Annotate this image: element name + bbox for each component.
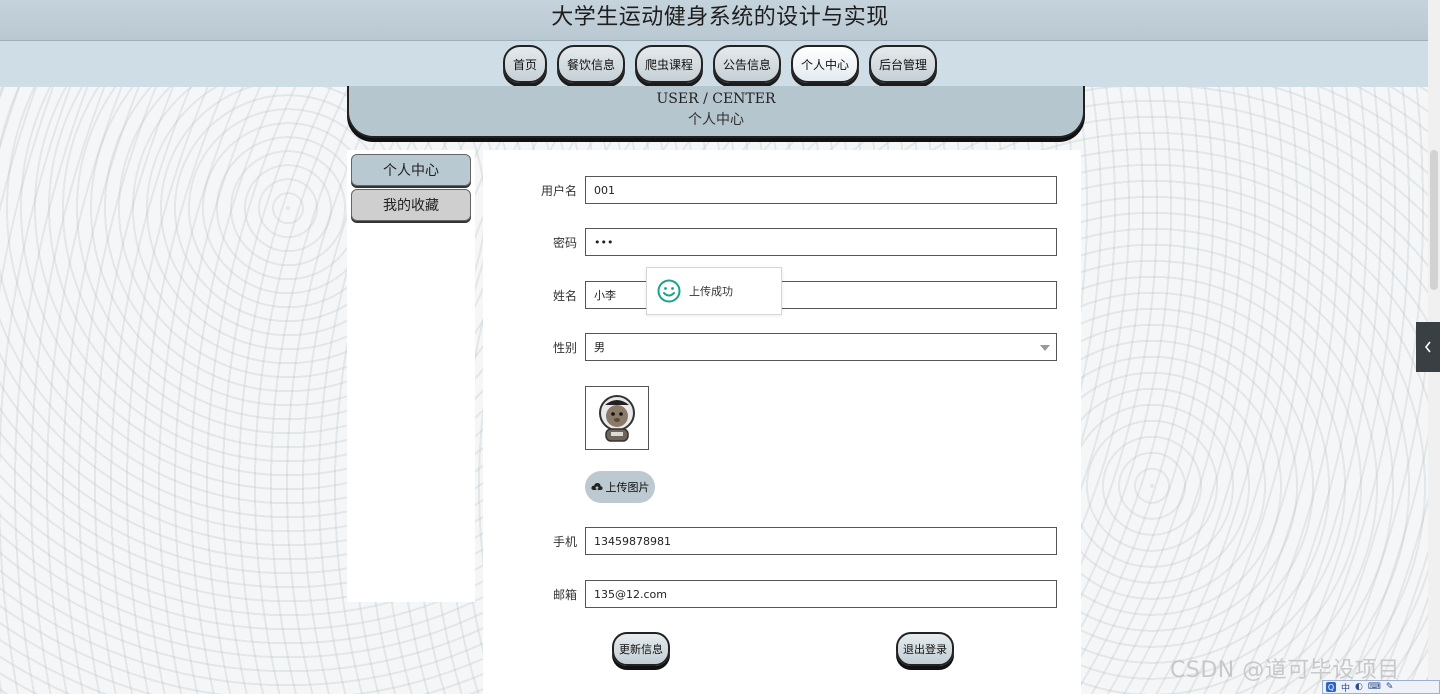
ime-moon-icon[interactable]: ◐ <box>1355 682 1363 692</box>
name-row: 姓名 小李 <box>483 281 1081 311</box>
sidebar-item-favorites[interactable]: 我的收藏 <box>351 189 471 221</box>
avatar <box>585 386 649 450</box>
email-row: 邮箱 135@12.com <box>483 580 1081 610</box>
ime-toolbar[interactable]: Q 中 ◐ ⌨ ✎ <box>1322 680 1440 694</box>
upload-image-label: 上传图片 <box>605 481 650 494</box>
section-banner: USER / CENTER 个人中心 <box>347 86 1085 138</box>
nav-user-center[interactable]: 个人中心 <box>791 45 860 83</box>
sidebar-item-user-center[interactable]: 个人中心 <box>351 154 471 186</box>
username-row: 用户名 001 <box>483 176 1081 206</box>
toast-message: 上传成功 <box>689 285 733 298</box>
nav-admin[interactable]: 后台管理 <box>869 45 938 83</box>
ime-wrench-icon[interactable]: ✎ <box>1386 682 1394 692</box>
password-label: 密码 <box>552 236 577 250</box>
chevron-down-icon <box>1040 345 1050 351</box>
name-label: 姓名 <box>552 289 577 303</box>
nav-crawler-courses[interactable]: 爬虫课程 <box>634 45 703 83</box>
side-panel-toggle[interactable] <box>1416 322 1440 372</box>
phone-label: 手机 <box>552 535 577 549</box>
gender-value: 男 <box>594 341 605 354</box>
logout-button[interactable]: 退出登录 <box>896 632 954 666</box>
email-label: 邮箱 <box>552 588 577 602</box>
sidebar: 个人中心 我的收藏 <box>347 150 475 602</box>
gender-label: 性别 <box>552 341 577 355</box>
upload-image-button[interactable]: 上传图片 <box>585 471 655 503</box>
gender-row: 性别 男 <box>483 333 1081 363</box>
avatar-image <box>591 391 643 445</box>
upload-success-toast: 上传成功 <box>646 267 782 315</box>
password-input[interactable]: ••• <box>585 228 1057 256</box>
phone-row: 手机 13459878981 <box>483 527 1081 557</box>
username-input[interactable]: 001 <box>585 176 1057 204</box>
nav-home[interactable]: 首页 <box>502 45 547 83</box>
phone-input[interactable]: 13459878981 <box>585 527 1057 555</box>
chevron-left-icon <box>1424 341 1431 353</box>
ime-mode[interactable]: 中 <box>1341 681 1350 694</box>
scrollbar-thumb[interactable] <box>1430 150 1438 290</box>
nav-announcements[interactable]: 公告信息 <box>713 45 782 83</box>
site-title: 大学生运动健身系统的设计与实现 <box>551 5 889 30</box>
ime-logo-icon: Q <box>1326 682 1336 692</box>
banner-title-en: USER / CENTER <box>656 91 776 107</box>
nav-dining-info[interactable]: 餐饮信息 <box>556 45 625 83</box>
username-label: 用户名 <box>540 184 577 198</box>
password-row: 密码 ••• <box>483 228 1081 258</box>
smile-icon <box>657 279 681 303</box>
banner-title-cn: 个人中心 <box>688 112 744 128</box>
cloud-upload-icon <box>590 483 603 491</box>
update-info-button[interactable]: 更新信息 <box>612 632 670 666</box>
gender-select[interactable]: 男 <box>585 333 1057 361</box>
email-input[interactable]: 135@12.com <box>585 580 1057 608</box>
profile-form: 用户名 001 密码 ••• 姓名 小李 性别 男 上传图片 手机 134598… <box>483 150 1081 694</box>
site-header: 大学生运动健身系统的设计与实现 <box>0 0 1440 41</box>
ime-keyboard-icon[interactable]: ⌨ <box>1368 682 1381 692</box>
main-nav: 首页 餐饮信息 爬虫课程 公告信息 个人中心 后台管理 <box>0 41 1440 87</box>
